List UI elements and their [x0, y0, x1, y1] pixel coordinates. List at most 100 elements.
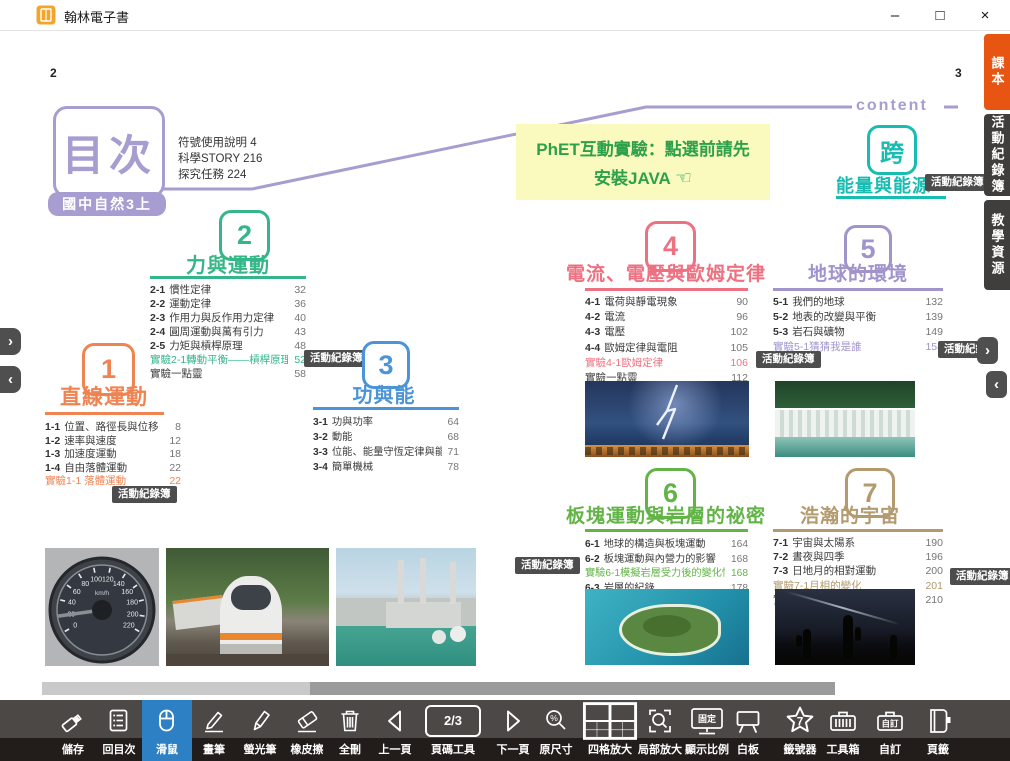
toc-entry[interactable]: 7-2晝夜與四季196 [773, 549, 943, 563]
chapter-ch1-title[interactable]: 直線運動 [24, 381, 184, 411]
toc-entry-label: 作用力與反作用力定律 [169, 310, 288, 325]
tab-textbook[interactable]: 課本 [984, 34, 1010, 110]
front-matter-item[interactable]: 科學STORY 216 [178, 150, 262, 166]
right-activity-open-arrow[interactable]: › [977, 337, 998, 364]
toc-entry[interactable]: 5-2地表的改變與平衡139 [773, 309, 943, 324]
toc-entry[interactable]: 5-3岩石與礦物149 [773, 324, 943, 339]
chapter-ch2-list: 2-1慣性定律322-2運動定律362-3作用力與反作用力定律402-4圓周運動… [150, 282, 306, 380]
svg-text:km/h: km/h [95, 590, 109, 597]
activity-record-badge[interactable]: 活動紀錄簿 [112, 486, 177, 503]
left-panel-collapse-arrow[interactable]: ‹ [0, 366, 21, 393]
toc-entry[interactable]: 2-1慣性定律32 [150, 282, 306, 296]
chapter-cross-title[interactable]: 能量與能源 [836, 172, 928, 198]
svg-text:160: 160 [121, 589, 133, 596]
toc-entry[interactable]: 4-2電流96 [585, 309, 748, 324]
chapter-ch1-underline [45, 412, 164, 415]
toc-entry[interactable]: 1-4自由落體運動22 [45, 460, 181, 474]
toc-entry[interactable]: 3-1功與功率64 [313, 413, 459, 428]
svg-text:7: 7 [797, 715, 804, 728]
toc-entry[interactable]: 3-4簡單機械78 [313, 458, 459, 473]
right-panel-collapse-arrow[interactable]: ‹ [986, 371, 1007, 398]
tab-teaching-resources[interactable]: 教學資源 [984, 200, 1010, 290]
front-matter-item[interactable]: 探究任務 224 [178, 166, 246, 182]
chapter-ch3-underline [313, 407, 459, 410]
front-matter-item[interactable]: 符號使用說明 4 [178, 134, 257, 150]
toc-entry-label: 歐姆定律與電阻 [604, 340, 724, 355]
toc-entry-page: 168 [731, 554, 748, 565]
toc-entry[interactable]: 實驗5-1猜猜我是誰154 [773, 339, 943, 354]
toc-entry-number: 2-2 [150, 298, 165, 310]
toc-entry-label: 慣性定律 [169, 282, 288, 297]
left-panel-expand-arrow[interactable]: › [0, 328, 21, 355]
toc-entry-number: 5-2 [773, 311, 788, 323]
minimize-button[interactable]: – [873, 0, 917, 30]
chapter-ch5-title[interactable]: 地球的環境 [773, 259, 943, 286]
toc-entry-number: 2-4 [150, 326, 165, 338]
toc-entry-page: 90 [736, 296, 748, 308]
chapter-ch1-list: 1-1位置、路徑長與位移81-2速率與速度121-3加速度運動181-4自由落體… [45, 419, 181, 487]
toc-entry-number: 6-2 [585, 554, 600, 565]
toc-entry[interactable]: 實驗4-1歐姆定律106 [585, 355, 748, 370]
tab-activity-book[interactable]: 活動紀錄簿 [984, 114, 1010, 196]
toc-entry[interactable]: 2-2運動定律36 [150, 296, 306, 310]
activity-record-badge[interactable]: 活動紀錄簿 [925, 174, 990, 191]
toc-title-box: 目次 [53, 106, 165, 198]
toc-entry[interactable]: 4-1電荷與靜電現象90 [585, 294, 748, 309]
toc-entry[interactable]: 5-1我們的地球132 [773, 294, 943, 309]
photo-waterfall [775, 381, 915, 457]
chapter-ch3-title[interactable]: 功與能 [309, 379, 459, 408]
chapter-ch4-title[interactable]: 電流、電壓與歐姆定律 [561, 259, 771, 286]
toc-entry-label: 電流 [604, 309, 730, 324]
horizontal-scrollbar-track[interactable] [42, 682, 835, 695]
toc-entry-label: 日地月的相對運動 [792, 563, 919, 578]
close-button[interactable]: × [963, 0, 1007, 30]
chapter-cross-number[interactable]: 跨 [867, 125, 917, 175]
toc-entry[interactable]: 實驗一點靈58 [150, 366, 306, 380]
tool-label: 上一頁 [363, 741, 427, 757]
toc-entry[interactable]: 1-3加速度運動18 [45, 446, 181, 460]
photo-lightning [585, 381, 749, 457]
toc-entry-page: 200 [925, 565, 943, 577]
right-page-number: 3 [955, 66, 962, 80]
toc-entry[interactable]: 3-3位能、能量守恆定律與能源71 [313, 443, 459, 458]
horizontal-scrollbar-thumb[interactable] [310, 682, 835, 695]
zoom-percent-icon: % [528, 703, 584, 738]
toc-entry-label: 位能、能量守恆定律與能源 [332, 443, 442, 458]
bottom-toolbar: 儲存回目次滑鼠畫筆螢光筆橡皮擦全刪上一頁2/3頁碼工具下一頁%原尺寸四格放大局部… [0, 700, 1010, 761]
tool-original-size[interactable]: %原尺寸 [528, 700, 584, 761]
toc-entry[interactable]: 3-2動能68 [313, 428, 459, 443]
toc-entry[interactable]: 實驗6-1模擬岩層受力後的變化情形168 [585, 564, 748, 579]
activity-record-badge[interactable]: 活動紀錄簿 [950, 568, 1010, 585]
phet-java-notice[interactable]: PhET互動實驗：點選前請先 安裝JAVA ☜ [516, 124, 770, 200]
toc-entry-page: 168 [731, 568, 748, 579]
toc-entry[interactable]: 6-2 板塊運動與內營力的影響 168 [585, 550, 748, 565]
tool-page-tab[interactable]: 頁籤 [910, 700, 966, 761]
whiteboard-icon [720, 703, 776, 738]
toc-entry[interactable]: 7-1宇宙與太陽系190 [773, 535, 943, 549]
chapter-ch7-title[interactable]: 浩瀚的宇宙 [770, 501, 930, 528]
toc-entry[interactable]: 實驗1-1 落體運動22 [45, 473, 181, 487]
page-indicator[interactable]: 2/3 [425, 705, 481, 737]
activity-record-badge[interactable]: 活動紀錄簿 [515, 557, 580, 574]
tool-prev-page[interactable]: 上一頁 [367, 700, 423, 761]
chapter-ch6-title[interactable]: 板塊運動與岩層的祕密 [561, 501, 771, 528]
toc-entry-label: 板塊運動與內營力的影響 [604, 550, 725, 565]
tool-page-number-tool[interactable]: 2/3頁碼工具 [425, 700, 481, 761]
toc-entry[interactable]: 2-4圓周運動與萬有引力43 [150, 324, 306, 338]
toc-entry[interactable]: 2-5力矩與槓桿原理48 [150, 338, 306, 352]
activity-record-badge[interactable]: 活動紀錄簿 [304, 350, 369, 367]
toc-entry-page: 68 [448, 432, 459, 443]
toc-entry[interactable]: 2-3作用力與反作用力定律40 [150, 310, 306, 324]
content-label: content [856, 97, 928, 115]
toc-entry[interactable]: 4-3電壓102 [585, 324, 748, 339]
toc-entry[interactable]: 1-2速率與速度12 [45, 433, 181, 447]
toc-entry[interactable]: 7-3日地月的相對運動200 [773, 563, 943, 577]
maximize-button[interactable]: □ [918, 0, 962, 30]
chapter-ch4-list: 4-1電荷與靜電現象904-2電流964-3電壓1024-4歐姆定律與電阻105… [585, 294, 748, 385]
toc-entry-page: 40 [294, 312, 306, 324]
chapter-ch2-title[interactable]: 力與運動 [143, 249, 313, 278]
toc-entry[interactable]: 4-4歐姆定律與電阻105 [585, 340, 748, 355]
toc-entry[interactable]: 1-1位置、路徑長與位移8 [45, 419, 181, 433]
toc-entry[interactable]: 實驗2-1轉動平衡——槓桿原理52 [150, 352, 306, 366]
toc-entry[interactable]: 6-1地球的構造與板塊運動164 [585, 535, 748, 550]
